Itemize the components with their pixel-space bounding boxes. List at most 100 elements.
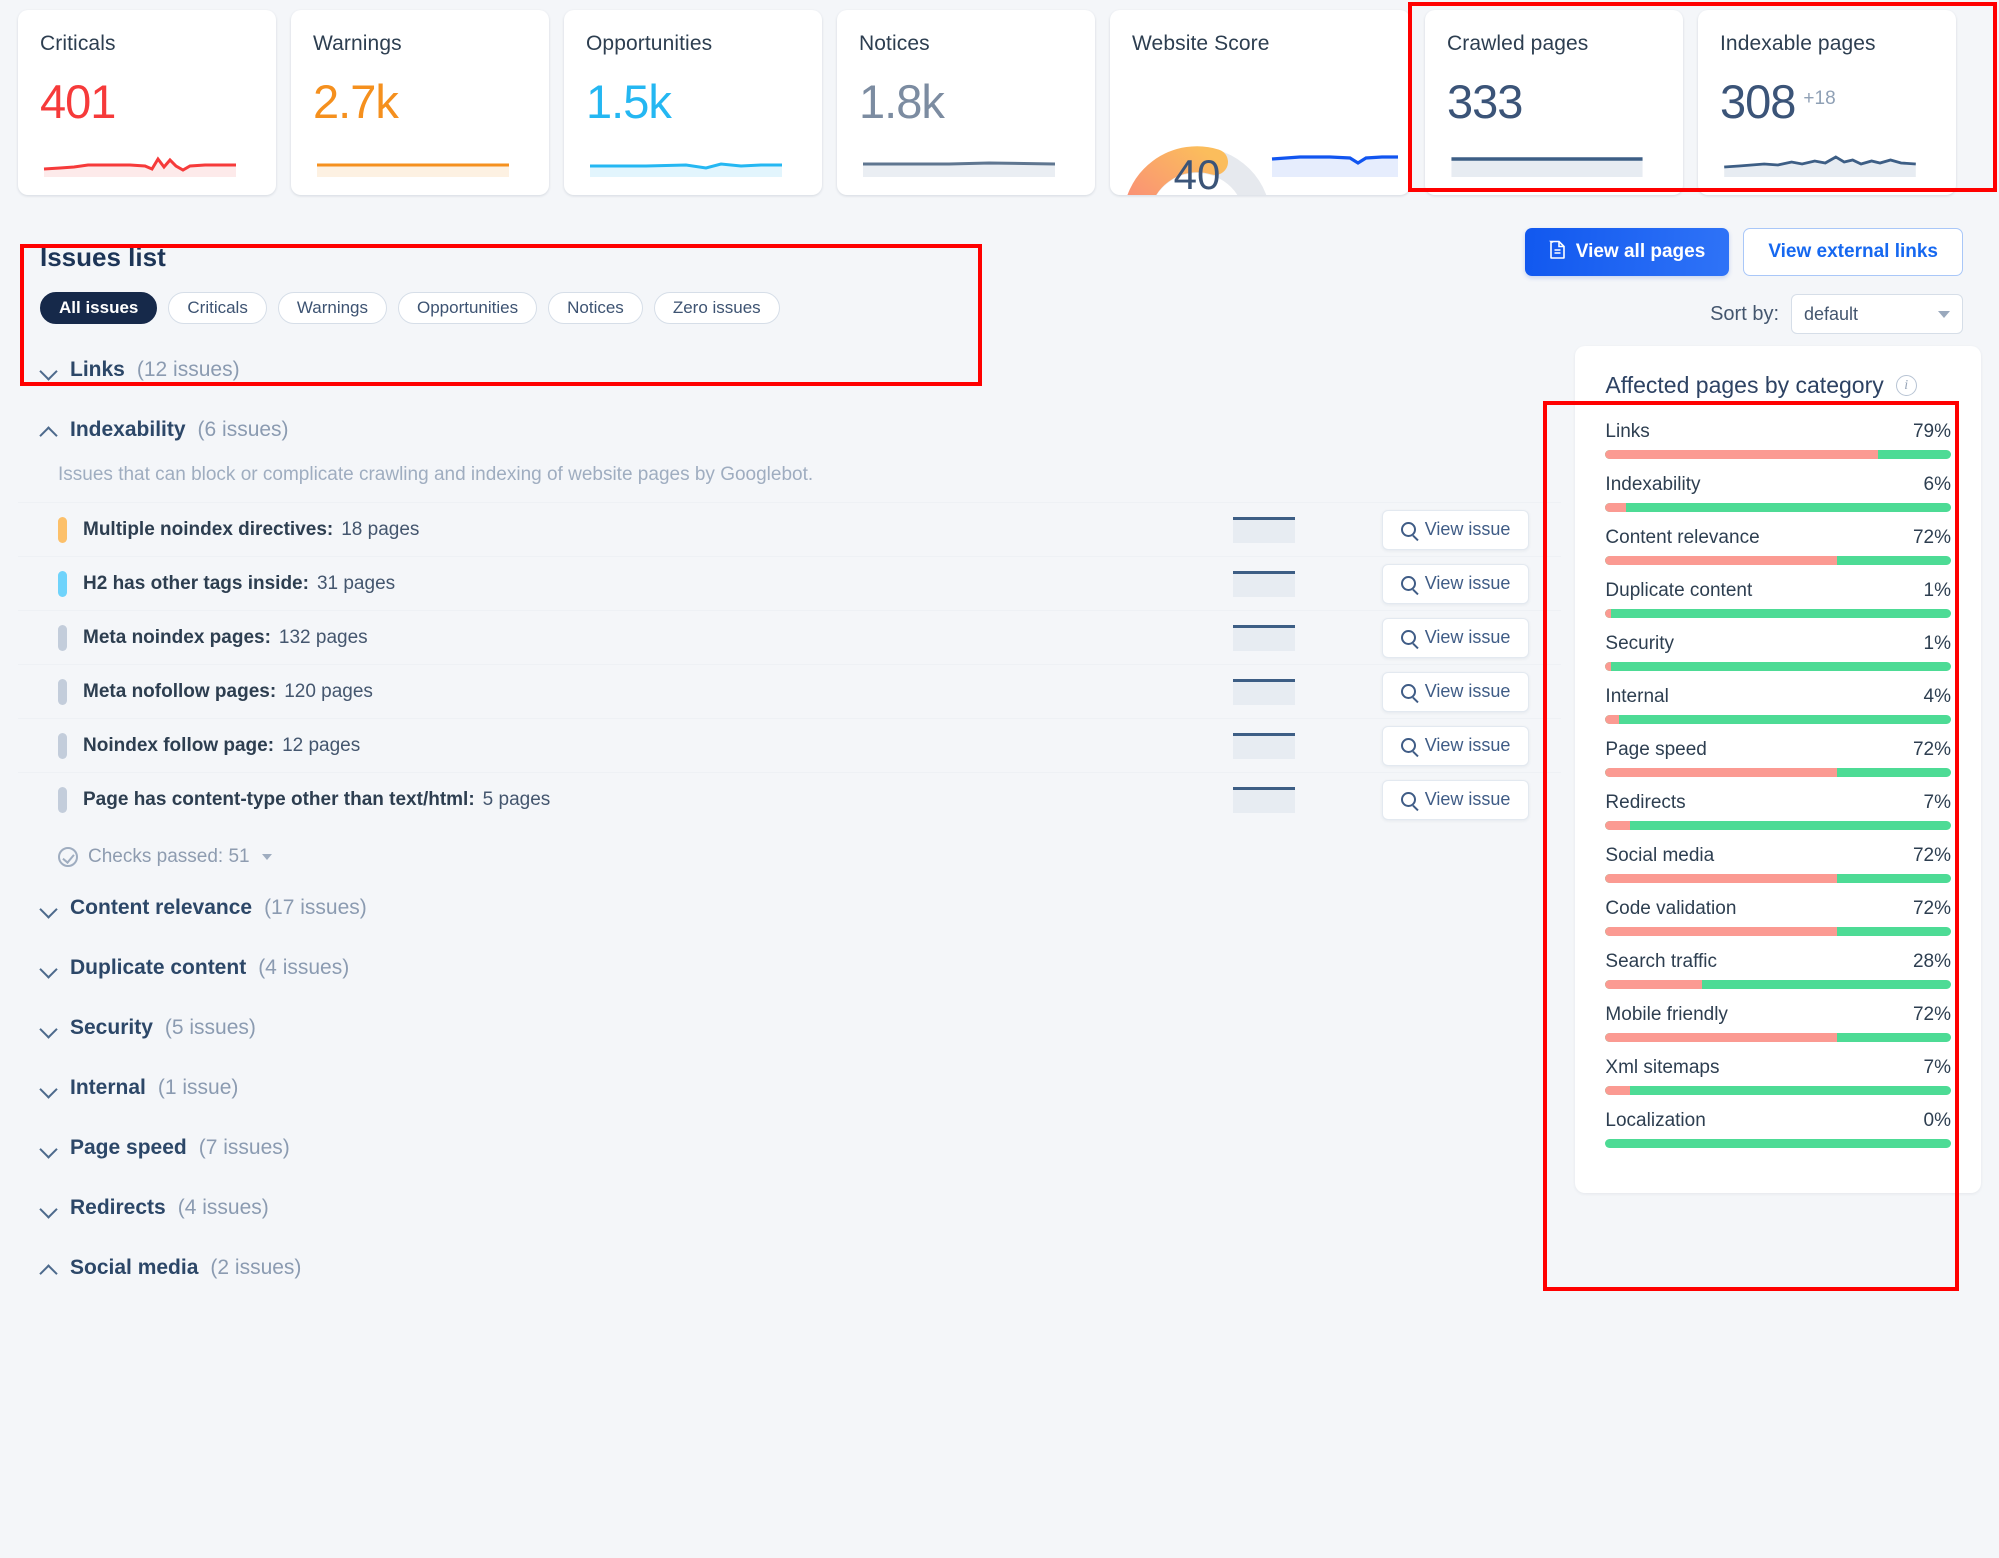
- sparkline-website-score: [1270, 147, 1400, 177]
- kpi-card-opportunities[interactable]: Opportunities 1.5k: [564, 10, 822, 195]
- checks-passed-toggle[interactable]: Checks passed: 51: [18, 826, 1561, 878]
- filter-pill-criticals[interactable]: Criticals: [168, 292, 267, 324]
- affected-bar-fill: [1605, 609, 1611, 618]
- view-issue-button[interactable]: View issue: [1381, 617, 1530, 658]
- kpi-value: 333: [1447, 75, 1523, 128]
- view-issue-button[interactable]: View issue: [1381, 725, 1530, 766]
- filter-pill-zero-issues[interactable]: Zero issues: [653, 292, 780, 324]
- sort-control: Sort by: default: [1710, 294, 1963, 334]
- affected-bar-head: Page speed 72%: [1605, 739, 1951, 761]
- table-row[interactable]: H2 has other tags inside: 31 pages View …: [18, 556, 1562, 610]
- affected-bar-percent: 28%: [1912, 951, 1951, 972]
- affected-bar-item: Xml sitemaps 7%: [1605, 1057, 1951, 1095]
- kpi-value: 308 +18: [1720, 78, 1956, 125]
- view-external-links-button[interactable]: View external links: [1743, 228, 1963, 276]
- table-row[interactable]: Noindex follow page: 12 pages View issue: [18, 718, 1562, 772]
- affected-bar-percent: 7%: [1923, 792, 1951, 813]
- kpi-card-indexable-pages[interactable]: Indexable pages 308 +18: [1698, 10, 1956, 195]
- info-icon[interactable]: i: [1895, 375, 1917, 396]
- view-issue-label: View issue: [1424, 519, 1511, 539]
- affected-bar-label: Content relevance: [1605, 527, 1760, 548]
- affected-bar-percent: 72%: [1912, 845, 1951, 866]
- category-header-indexability[interactable]: Indexability (6 issues): [18, 400, 1561, 460]
- view-issue-button[interactable]: View issue: [1381, 563, 1530, 604]
- severity-indicator: [58, 516, 67, 543]
- category-header-social-media[interactable]: Social media (2 issues): [18, 1238, 1561, 1298]
- issue-label: Meta noindex pages:: [83, 626, 271, 648]
- affected-bar-label: Localization: [1605, 1110, 1706, 1131]
- chevron-down-icon: [40, 1083, 58, 1094]
- kpi-card-criticals[interactable]: Criticals 401: [18, 10, 276, 195]
- category-count: (7 issues): [198, 1136, 290, 1159]
- chevron-down-icon: [1938, 310, 1950, 318]
- filter-pill-warnings[interactable]: Warnings: [277, 292, 387, 324]
- filter-pill-notices[interactable]: Notices: [548, 292, 643, 324]
- severity-indicator: [58, 678, 67, 705]
- filter-pill-all-issues[interactable]: All issues: [40, 292, 158, 324]
- affected-bar-head: Xml sitemaps 7%: [1605, 1057, 1951, 1079]
- affected-pages-sidebar: Affected pages by category i Links 79% Ind…: [1561, 340, 1981, 1193]
- kpi-card-warnings[interactable]: Warnings 2.7k: [291, 10, 549, 195]
- table-row[interactable]: Multiple noindex directives: 18 pages Vi…: [18, 502, 1562, 556]
- chevron-down-icon: [40, 903, 58, 914]
- kpi-delta: +18: [1803, 88, 1836, 109]
- filter-pill-opportunities[interactable]: Opportunities: [398, 292, 538, 324]
- chevron-down-icon: [40, 365, 58, 376]
- affected-bar-head: Search traffic 28%: [1605, 951, 1951, 973]
- category-name: Content relevance: [70, 896, 253, 919]
- affected-bar-track: [1605, 1033, 1951, 1042]
- category-name: Internal: [70, 1076, 146, 1099]
- issues-list-header: Issues list All issues Criticals Warning…: [18, 200, 1981, 340]
- category-name: Security: [70, 1016, 153, 1039]
- category-count: (17 issues): [264, 896, 367, 919]
- affected-bar-percent: 7%: [1923, 1057, 1951, 1078]
- affected-bar-percent: 6%: [1923, 474, 1951, 495]
- affected-bar-track: [1605, 821, 1951, 830]
- issue-trend-sparkline: [1233, 786, 1295, 813]
- category-name: Links: [70, 358, 125, 381]
- check-circle-icon: [58, 847, 78, 867]
- affected-bar-head: Internal 4%: [1605, 686, 1951, 708]
- kpi-card-website-score[interactable]: Website Score 40: [1110, 10, 1410, 195]
- issue-filter-pills: All issues Criticals Warnings Opportunit…: [40, 292, 780, 324]
- affected-bar-head: Links 79%: [1605, 421, 1951, 443]
- category-header-duplicate-content[interactable]: Duplicate content (4 issues): [18, 938, 1561, 998]
- table-row[interactable]: Page has content-type other than text/ht…: [18, 772, 1562, 826]
- kpi-title: Warnings: [313, 32, 402, 55]
- affected-bar-label: Indexability: [1605, 474, 1701, 495]
- sort-by-select[interactable]: default: [1791, 294, 1963, 334]
- category-header-page-speed[interactable]: Page speed (7 issues): [18, 1118, 1561, 1178]
- affected-bar-head: Duplicate content 1%: [1605, 580, 1951, 602]
- view-all-pages-button[interactable]: View all pages: [1524, 228, 1730, 276]
- website-score-value: 40: [1173, 151, 1221, 195]
- category-header-content-relevance[interactable]: Content relevance (17 issues): [18, 878, 1561, 938]
- kpi-card-crawled-pages[interactable]: Crawled pages 333: [1425, 10, 1683, 195]
- affected-bar-percent: 72%: [1912, 898, 1951, 919]
- view-issue-label: View issue: [1424, 681, 1511, 701]
- sparkline-criticals: [40, 143, 240, 177]
- affected-bar-track: [1605, 1139, 1951, 1148]
- view-issue-button[interactable]: View issue: [1381, 671, 1530, 712]
- issue-label: H2 has other tags inside:: [83, 572, 309, 594]
- table-row[interactable]: Meta noindex pages: 132 pages View issue: [18, 610, 1562, 664]
- kpi-title: Criticals: [40, 32, 116, 55]
- affected-bar-fill: [1605, 768, 1837, 777]
- kpi-card-notices[interactable]: Notices 1.8k: [837, 10, 1095, 195]
- category-header-security[interactable]: Security (5 issues): [18, 998, 1561, 1058]
- view-issue-button[interactable]: View issue: [1381, 509, 1530, 550]
- kpi-value-number: 308: [1720, 75, 1796, 128]
- view-issue-button[interactable]: View issue: [1381, 779, 1530, 820]
- affected-bar-track: [1605, 556, 1951, 565]
- table-row[interactable]: Meta nofollow pages: 120 pages View issu…: [18, 664, 1562, 718]
- sort-by-value: default: [1804, 303, 1859, 324]
- view-issue-label: View issue: [1424, 789, 1511, 809]
- affected-bar-head: Mobile friendly 72%: [1605, 1004, 1951, 1026]
- category-header-internal[interactable]: Internal (1 issue): [18, 1058, 1561, 1118]
- chevron-down-icon: [261, 854, 272, 860]
- category-header-links[interactable]: Links (12 issues): [18, 340, 1561, 400]
- category-header-redirects[interactable]: Redirects (4 issues): [18, 1178, 1561, 1238]
- affected-bar-label: Code validation: [1605, 898, 1737, 919]
- affected-bar-percent: 1%: [1923, 633, 1951, 654]
- affected-bar-head: Social media 72%: [1605, 845, 1951, 867]
- header-actions: View all pages View external links: [1524, 228, 1963, 276]
